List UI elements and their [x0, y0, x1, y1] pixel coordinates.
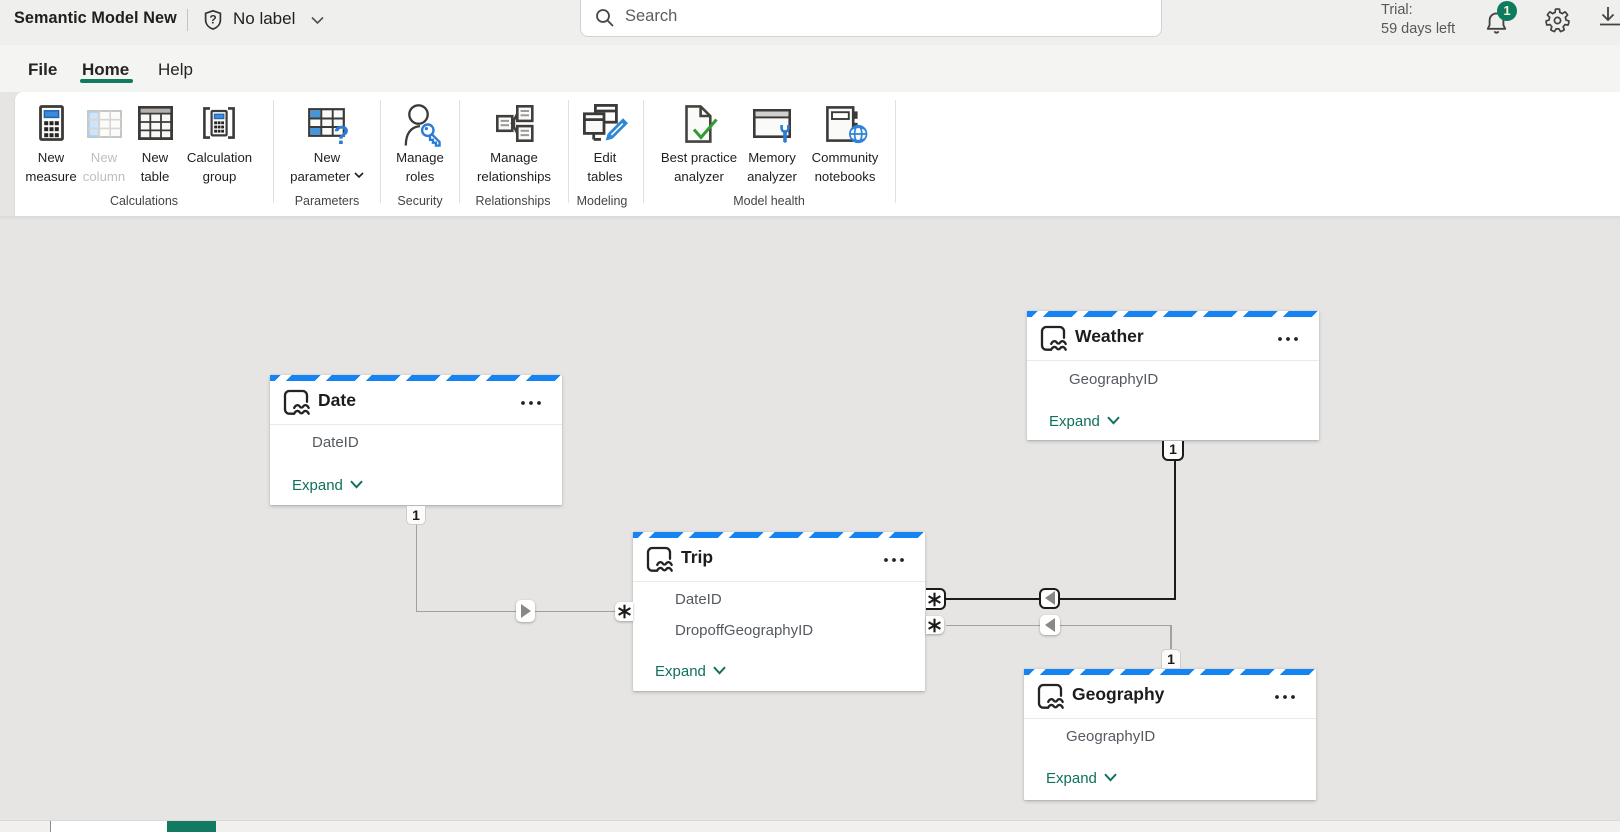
svg-text:?: ?: [334, 120, 350, 146]
svg-text:?: ?: [209, 13, 216, 27]
